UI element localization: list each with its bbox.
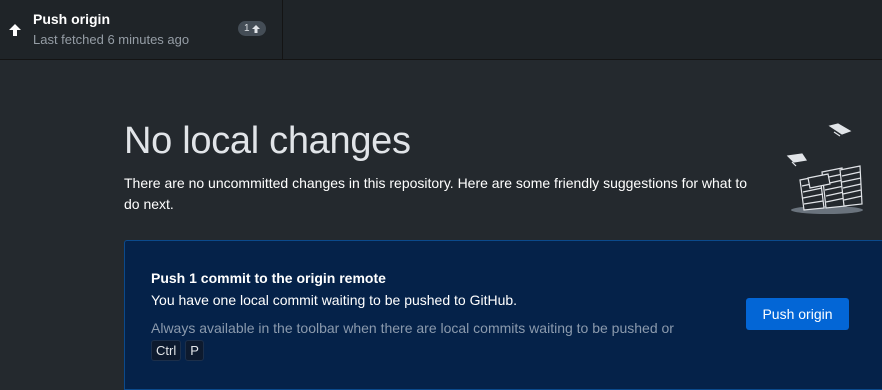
page-title: No local changes <box>124 120 411 162</box>
ahead-count-badge: 1 <box>238 21 266 36</box>
keyboard-shortcut: Ctrl P <box>151 340 204 361</box>
push-origin-button[interactable]: Push origin <box>746 298 849 330</box>
suggestion-hint: Always available in the toolbar when the… <box>151 320 674 336</box>
intro-text: There are no uncommitted changes in this… <box>124 175 748 212</box>
arrow-up-icon <box>9 24 21 36</box>
last-fetched-text: Last fetched 6 minutes ago <box>33 32 190 47</box>
arrow-up-small-icon <box>251 24 260 33</box>
toolbar: Push origin Last fetched 6 minutes ago 1 <box>0 0 882 60</box>
push-button-title: Push origin <box>33 11 110 27</box>
suggestion-title: Push 1 commit to the origin remote <box>151 270 386 286</box>
push-suggestion-card: Push 1 commit to the origin remote You h… <box>124 240 882 390</box>
kbd-p: P <box>185 340 204 361</box>
suggestion-description: You have one local commit waiting to be … <box>151 292 518 308</box>
ahead-count: 1 <box>244 23 250 34</box>
push-origin-toolbar-button[interactable]: Push origin Last fetched 6 minutes ago 1 <box>0 0 283 60</box>
kbd-ctrl: Ctrl <box>151 340 182 361</box>
paper-stacks-illustration <box>786 123 863 214</box>
